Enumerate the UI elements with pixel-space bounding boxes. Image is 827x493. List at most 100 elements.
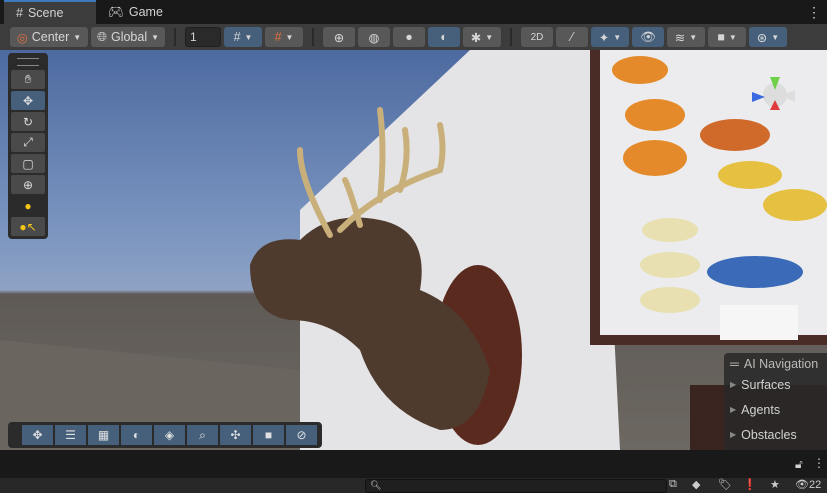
search-button[interactable]: ⌕: [187, 425, 218, 445]
grid-snap-toggle[interactable]: # ▼: [224, 27, 262, 47]
scene-render: [0, 50, 827, 450]
foldout-agents[interactable]: ▶ Agents: [730, 397, 821, 422]
navigation-overlay-toolbar: ✥ ☰ ▦ ◐ ◈ ⌕ ✣ ■ ⊘: [8, 422, 322, 448]
move-icon: ✥: [22, 93, 34, 108]
drag-handle[interactable]: [17, 58, 39, 66]
favorite-star-icon[interactable]: ★: [770, 478, 780, 491]
camera-icon: ■: [264, 428, 273, 442]
open-window-icon[interactable]: ⧉: [669, 478, 677, 491]
custom-tool[interactable]: ●↖: [11, 217, 45, 236]
globe-icon: 🌐︎: [96, 29, 107, 44]
gizmos-dropdown[interactable]: ⊛ ▼: [749, 27, 787, 47]
pivot-dropdown[interactable]: ◎ Center ▼: [10, 27, 88, 47]
shaded-wire-icon: ◍: [368, 30, 380, 45]
more-menu-icon[interactable]: ⋮: [807, 4, 821, 21]
lit-sphere-icon: ◐: [440, 30, 448, 44]
triangle-right-icon: ▶: [730, 405, 737, 414]
wireframe-sphere-icon: ⊕: [333, 30, 345, 45]
light-probe-tool[interactable]: ●: [11, 196, 45, 215]
unlit-shading-button[interactable]: ●: [393, 27, 425, 47]
warning-icon[interactable]: ❗: [743, 478, 757, 491]
ai-navigation-overlay: ═ AI Navigation ▶ Surfaces ▶ Agents ▶ Obstac…: [724, 353, 827, 450]
foldout-obstacles[interactable]: ▶ Obstacles: [730, 422, 821, 447]
rect-tool[interactable]: ▢: [11, 154, 45, 173]
solid-sphere-icon: ●: [405, 30, 413, 44]
gamepad-icon: 🎮︎: [108, 4, 124, 19]
search-input[interactable]: 🔍︎: [365, 479, 667, 493]
label-filter-icon[interactable]: 🏷︎: [718, 478, 732, 491]
agent-button[interactable]: ✣: [220, 425, 251, 445]
lightbulb-icon: ●: [24, 198, 32, 213]
lit-shading-button[interactable]: ◐: [428, 27, 460, 47]
grid-increment-field[interactable]: 1: [185, 27, 221, 47]
drag-handle-icon: ═: [730, 357, 739, 371]
tab-bar: # Scene 🎮︎ Game ⋮: [0, 0, 827, 24]
ai-navigation-header[interactable]: ═ AI Navigation: [730, 356, 821, 372]
half-circle-icon: ◐: [132, 428, 141, 442]
tab-game[interactable]: 🎮︎ Game: [96, 0, 175, 24]
eye-icon: 👁︎: [795, 479, 809, 491]
divider: [174, 28, 176, 46]
settings-button[interactable]: ☰: [55, 425, 86, 445]
lock-icon[interactable]: 🔓︎: [795, 457, 803, 472]
sliders-icon: ☰: [65, 428, 76, 442]
search-icon: 🔍︎: [370, 480, 382, 490]
hand-icon: ✋︎: [24, 72, 32, 86]
project-panel-header: 🔓︎ ⋮: [0, 450, 827, 478]
snap-magnet-icon: #: [274, 30, 282, 44]
navmesh-button[interactable]: ▦: [88, 425, 119, 445]
scene-viewport[interactable]: [0, 50, 827, 450]
grid-snap-icon: #: [233, 30, 241, 44]
effects-icon: ✦: [598, 30, 610, 45]
scale-tool[interactable]: ⤢: [11, 133, 45, 152]
lightbulb-select-icon: ●↖: [19, 219, 37, 234]
2d-toggle[interactable]: 2D: [521, 27, 553, 47]
bug-icon: ✱: [470, 30, 482, 45]
foldout-surfaces[interactable]: ▶ Surfaces: [730, 372, 821, 397]
transform-tool[interactable]: ⊕: [11, 175, 45, 194]
divider: [312, 28, 314, 46]
lighting-toggle[interactable]: ⁄: [556, 27, 588, 47]
layers-icon: ≋: [674, 30, 686, 45]
space-dropdown[interactable]: 🌐︎ Global ▼: [91, 27, 165, 47]
tools-palette: ✋︎ ✥ ↻ ⤢ ▢ ⊕ ● ●↖: [8, 53, 48, 239]
rotate-tool[interactable]: ↻: [11, 112, 45, 131]
shaded-wireframe-button[interactable]: ◍: [358, 27, 390, 47]
move-nav-button[interactable]: ✥: [22, 425, 53, 445]
tab-scene[interactable]: # Scene: [4, 0, 96, 24]
rotate-icon: ↻: [22, 114, 34, 129]
move-icon: ✥: [32, 428, 43, 442]
gizmo-icon: ⊛: [756, 30, 768, 45]
type-filter-icon[interactable]: ◆: [692, 478, 700, 491]
wireframe-shading-button[interactable]: ⊕: [323, 27, 355, 47]
layers-dropdown[interactable]: ≋ ▼: [667, 27, 705, 47]
rect-icon: ▢: [22, 156, 34, 171]
camera-button[interactable]: ■: [253, 425, 284, 445]
layers-button[interactable]: ◈: [154, 425, 185, 445]
increment-snap-toggle[interactable]: # ▼: [265, 27, 303, 47]
compass-button[interactable]: ⊘: [286, 425, 317, 445]
camera-icon: ■: [717, 30, 725, 44]
hand-tool[interactable]: ✋︎: [11, 70, 45, 89]
shading-button[interactable]: ◐: [121, 425, 152, 445]
2d-icon: 2D: [530, 31, 544, 43]
effects-toggle[interactable]: ✦ ▼: [591, 27, 629, 47]
magnifier-icon: ⌕: [199, 427, 206, 442]
eye-icon: 👁︎: [640, 29, 656, 44]
debug-draw-mode[interactable]: ✱ ▼: [463, 27, 501, 47]
transform-icon: ⊕: [22, 177, 34, 192]
camera-dropdown[interactable]: ■ ▼: [708, 27, 746, 47]
agent-icon: ✣: [230, 428, 241, 442]
layers-icon: ◈: [164, 428, 175, 442]
divider: [510, 28, 512, 46]
visibility-toggle[interactable]: 👁︎: [632, 27, 664, 47]
scale-icon: ⤢: [23, 135, 33, 149]
compass-icon: ⊘: [296, 428, 307, 442]
scene-toolbar: ◎ Center ▼ 🌐︎ Global ▼ 1 # ▼ # ▼ ⊕ ◍ ● ◐ ✱ ▼ 2D…: [0, 24, 827, 50]
grid-icon: #: [16, 6, 23, 20]
triangle-right-icon: ▶: [730, 430, 737, 439]
move-tool[interactable]: ✥: [11, 91, 45, 110]
more-menu-icon[interactable]: ⋮: [813, 456, 825, 470]
mesh-icon: ▦: [97, 428, 110, 442]
visibility-count[interactable]: 👁︎22: [795, 478, 821, 491]
